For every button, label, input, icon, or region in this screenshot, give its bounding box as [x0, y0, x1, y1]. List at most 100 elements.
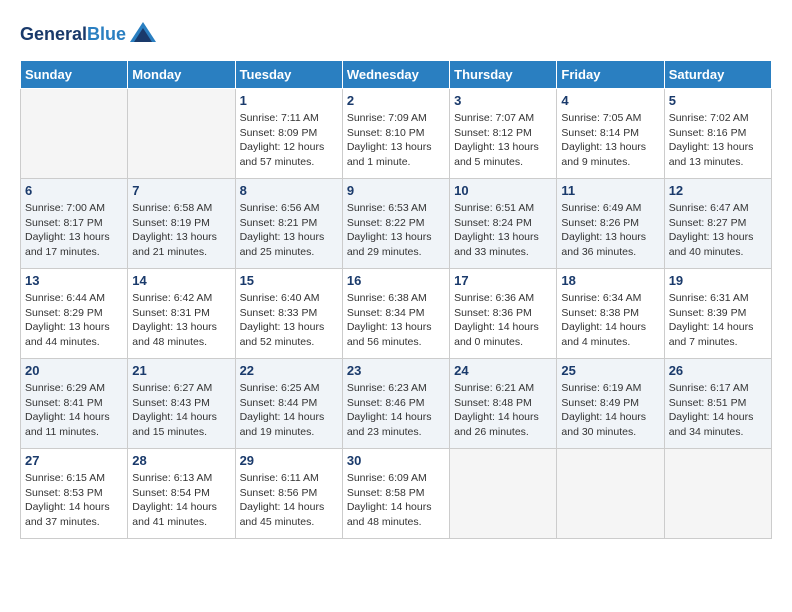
day-cell: 16 Sunrise: 6:38 AMSunset: 8:34 PMDayligh…: [342, 269, 449, 359]
day-cell: 21 Sunrise: 6:27 AMSunset: 8:43 PMDayligh…: [128, 359, 235, 449]
day-info: Sunrise: 6:40 AMSunset: 8:33 PMDaylight:…: [240, 291, 338, 350]
day-info: Sunrise: 6:36 AMSunset: 8:36 PMDaylight:…: [454, 291, 552, 350]
day-cell: 17 Sunrise: 6:36 AMSunset: 8:36 PMDayligh…: [450, 269, 557, 359]
day-info: Sunrise: 7:00 AMSunset: 8:17 PMDaylight:…: [25, 201, 123, 260]
day-number: 23: [347, 363, 445, 378]
day-cell: 26 Sunrise: 6:17 AMSunset: 8:51 PMDayligh…: [664, 359, 771, 449]
day-cell: 2 Sunrise: 7:09 AMSunset: 8:10 PMDaylight…: [342, 89, 449, 179]
day-number: 9: [347, 183, 445, 198]
day-info: Sunrise: 7:07 AMSunset: 8:12 PMDaylight:…: [454, 111, 552, 170]
header-cell-tuesday: Tuesday: [235, 61, 342, 89]
day-number: 27: [25, 453, 123, 468]
day-info: Sunrise: 6:25 AMSunset: 8:44 PMDaylight:…: [240, 381, 338, 440]
day-cell: 23 Sunrise: 6:23 AMSunset: 8:46 PMDayligh…: [342, 359, 449, 449]
day-cell: 4Sunrise: 7:05 AMSunset: 8:14 PMDaylight…: [557, 89, 664, 179]
logo: GeneralBlue: [20, 20, 158, 50]
day-info: Sunrise: 6:17 AMSunset: 8:51 PMDaylight:…: [669, 381, 767, 440]
day-cell: 6 Sunrise: 7:00 AMSunset: 8:17 PMDaylight…: [21, 179, 128, 269]
day-cell: 11Sunrise: 6:49 AMSunset: 8:26 PMDayligh…: [557, 179, 664, 269]
day-number: 4: [561, 93, 659, 108]
day-number: 17: [454, 273, 552, 288]
day-info: Sunrise: 6:23 AMSunset: 8:46 PMDaylight:…: [347, 381, 445, 440]
day-number: 25: [561, 363, 659, 378]
day-cell: 8 Sunrise: 6:56 AMSunset: 8:21 PMDaylight…: [235, 179, 342, 269]
day-number: 19: [669, 273, 767, 288]
header-cell-wednesday: Wednesday: [342, 61, 449, 89]
day-number: 1: [240, 93, 338, 108]
day-info: Sunrise: 6:38 AMSunset: 8:34 PMDaylight:…: [347, 291, 445, 350]
week-row-1: 1Sunrise: 7:11 AMSunset: 8:09 PMDaylight…: [21, 89, 772, 179]
day-info: Sunrise: 6:09 AMSunset: 8:58 PMDaylight:…: [347, 471, 445, 530]
day-number: 29: [240, 453, 338, 468]
calendar-body: 1Sunrise: 7:11 AMSunset: 8:09 PMDaylight…: [21, 89, 772, 539]
day-info: Sunrise: 6:51 AMSunset: 8:24 PMDaylight:…: [454, 201, 552, 260]
day-number: 3: [454, 93, 552, 108]
day-info: Sunrise: 6:49 AMSunset: 8:26 PMDaylight:…: [561, 201, 659, 260]
day-number: 6: [25, 183, 123, 198]
day-number: 20: [25, 363, 123, 378]
page-header: GeneralBlue: [20, 20, 772, 50]
day-cell: 24 Sunrise: 6:21 AMSunset: 8:48 PMDayligh…: [450, 359, 557, 449]
day-cell: 3 Sunrise: 7:07 AMSunset: 8:12 PMDaylight…: [450, 89, 557, 179]
day-cell: 15Sunrise: 6:40 AMSunset: 8:33 PMDayligh…: [235, 269, 342, 359]
week-row-2: 6 Sunrise: 7:00 AMSunset: 8:17 PMDaylight…: [21, 179, 772, 269]
day-cell: 20 Sunrise: 6:29 AMSunset: 8:41 PMDayligh…: [21, 359, 128, 449]
week-row-3: 13 Sunrise: 6:44 AMSunset: 8:29 PMDayligh…: [21, 269, 772, 359]
header-cell-thursday: Thursday: [450, 61, 557, 89]
logo-text: GeneralBlue: [20, 25, 126, 45]
day-info: Sunrise: 6:21 AMSunset: 8:48 PMDaylight:…: [454, 381, 552, 440]
day-number: 24: [454, 363, 552, 378]
day-number: 18: [561, 273, 659, 288]
day-number: 8: [240, 183, 338, 198]
header-row: SundayMondayTuesdayWednesdayThursdayFrid…: [21, 61, 772, 89]
day-cell: [21, 89, 128, 179]
day-number: 30: [347, 453, 445, 468]
day-info: Sunrise: 6:11 AMSunset: 8:56 PMDaylight:…: [240, 471, 338, 530]
day-cell: [664, 449, 771, 539]
day-number: 13: [25, 273, 123, 288]
day-cell: [450, 449, 557, 539]
day-number: 26: [669, 363, 767, 378]
day-cell: 29 Sunrise: 6:11 AMSunset: 8:56 PMDayligh…: [235, 449, 342, 539]
day-cell: 22 Sunrise: 6:25 AMSunset: 8:44 PMDayligh…: [235, 359, 342, 449]
day-cell: 25 Sunrise: 6:19 AMSunset: 8:49 PMDayligh…: [557, 359, 664, 449]
day-info: Sunrise: 7:09 AMSunset: 8:10 PMDaylight:…: [347, 111, 445, 170]
day-info: Sunrise: 6:56 AMSunset: 8:21 PMDaylight:…: [240, 201, 338, 260]
day-cell: 7Sunrise: 6:58 AMSunset: 8:19 PMDaylight…: [128, 179, 235, 269]
day-cell: 18Sunrise: 6:34 AMSunset: 8:38 PMDayligh…: [557, 269, 664, 359]
day-cell: 10 Sunrise: 6:51 AMSunset: 8:24 PMDayligh…: [450, 179, 557, 269]
header-cell-monday: Monday: [128, 61, 235, 89]
day-info: Sunrise: 6:15 AMSunset: 8:53 PMDaylight:…: [25, 471, 123, 530]
header-cell-saturday: Saturday: [664, 61, 771, 89]
day-cell: 13 Sunrise: 6:44 AMSunset: 8:29 PMDayligh…: [21, 269, 128, 359]
day-cell: 30 Sunrise: 6:09 AMSunset: 8:58 PMDayligh…: [342, 449, 449, 539]
day-cell: 1Sunrise: 7:11 AMSunset: 8:09 PMDaylight…: [235, 89, 342, 179]
day-info: Sunrise: 6:47 AMSunset: 8:27 PMDaylight:…: [669, 201, 767, 260]
day-number: 22: [240, 363, 338, 378]
day-number: 28: [132, 453, 230, 468]
calendar-table: SundayMondayTuesdayWednesdayThursdayFrid…: [20, 60, 772, 539]
day-cell: 28Sunrise: 6:13 AMSunset: 8:54 PMDayligh…: [128, 449, 235, 539]
day-info: Sunrise: 6:19 AMSunset: 8:49 PMDaylight:…: [561, 381, 659, 440]
day-cell: [557, 449, 664, 539]
day-cell: 14Sunrise: 6:42 AMSunset: 8:31 PMDayligh…: [128, 269, 235, 359]
day-info: Sunrise: 6:29 AMSunset: 8:41 PMDaylight:…: [25, 381, 123, 440]
day-info: Sunrise: 6:31 AMSunset: 8:39 PMDaylight:…: [669, 291, 767, 350]
day-number: 5: [669, 93, 767, 108]
day-info: Sunrise: 6:44 AMSunset: 8:29 PMDaylight:…: [25, 291, 123, 350]
day-cell: [128, 89, 235, 179]
day-number: 21: [132, 363, 230, 378]
day-number: 7: [132, 183, 230, 198]
day-number: 10: [454, 183, 552, 198]
day-number: 2: [347, 93, 445, 108]
day-number: 16: [347, 273, 445, 288]
day-cell: 9Sunrise: 6:53 AMSunset: 8:22 PMDaylight…: [342, 179, 449, 269]
day-info: Sunrise: 6:42 AMSunset: 8:31 PMDaylight:…: [132, 291, 230, 350]
day-cell: 5 Sunrise: 7:02 AMSunset: 8:16 PMDaylight…: [664, 89, 771, 179]
day-info: Sunrise: 6:27 AMSunset: 8:43 PMDaylight:…: [132, 381, 230, 440]
day-cell: 12Sunrise: 6:47 AMSunset: 8:27 PMDayligh…: [664, 179, 771, 269]
day-info: Sunrise: 7:02 AMSunset: 8:16 PMDaylight:…: [669, 111, 767, 170]
header-cell-sunday: Sunday: [21, 61, 128, 89]
week-row-4: 20 Sunrise: 6:29 AMSunset: 8:41 PMDayligh…: [21, 359, 772, 449]
calendar-header: SundayMondayTuesdayWednesdayThursdayFrid…: [21, 61, 772, 89]
